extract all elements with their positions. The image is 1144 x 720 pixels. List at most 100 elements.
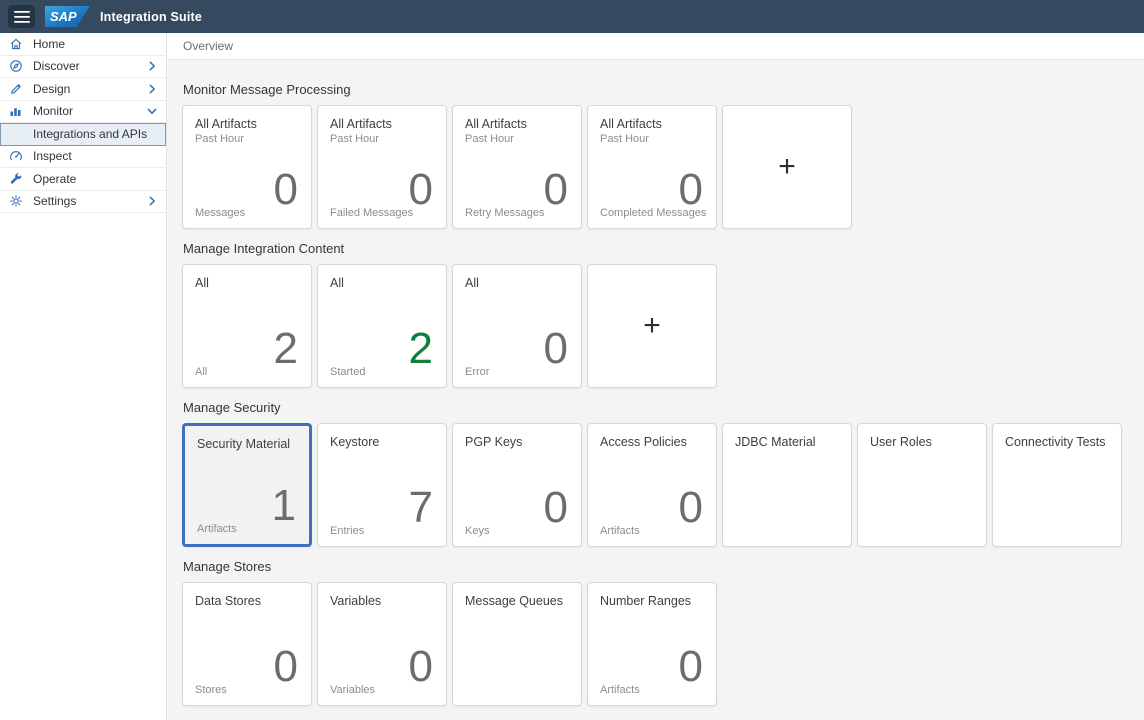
tile-all-artifacts[interactable]: All ArtifactsPast Hour0Failed Messages: [317, 105, 447, 229]
sidebar-nav: Home Discover Design Monitor Integrations an…: [0, 33, 167, 720]
add-tile-button[interactable]: +: [722, 105, 852, 229]
tile-value: 7: [409, 486, 433, 530]
tile-row: All2AllAll2StartedAll0Error+: [182, 264, 1144, 388]
sidebar-item-integrations-and-apis[interactable]: Integrations and APIs: [0, 123, 166, 146]
sidebar-item-label: Design: [33, 82, 146, 96]
tile-message-queues[interactable]: Message Queues: [452, 582, 582, 706]
tile-title: User Roles: [870, 435, 980, 449]
shell-header: SAP Integration Suite: [0, 0, 1144, 33]
tile-title: JDBC Material: [735, 435, 845, 449]
tile-footer: Artifacts: [197, 523, 237, 535]
tab-strip: Overview: [167, 33, 1144, 60]
sap-logo-text: SAP: [50, 9, 77, 24]
section-monitor-message-processing: Monitor Message ProcessingAll ArtifactsP…: [182, 82, 1144, 229]
compass-icon: [9, 59, 23, 73]
sidebar-item-settings[interactable]: Settings: [0, 191, 166, 214]
tile-footer: Failed Messages: [330, 207, 413, 219]
tile-jdbc-material[interactable]: JDBC Material: [722, 423, 852, 547]
tile-variables[interactable]: Variables0Variables: [317, 582, 447, 706]
tile-title: Access Policies: [600, 435, 710, 449]
sidebar-item-label: Operate: [33, 172, 158, 186]
tile-value: 0: [544, 486, 568, 530]
pencil-icon: [9, 82, 23, 96]
content-area: Overview Monitor Message Processing All A…: [167, 33, 1144, 720]
sidebar-item-label: Home: [33, 37, 158, 51]
sidebar-item-monitor[interactable]: Monitor: [0, 101, 166, 124]
tile-row: All ArtifactsPast Hour0MessagesAll Artif…: [182, 105, 1144, 229]
tile-footer: Entries: [330, 525, 364, 537]
tile-title: PGP Keys: [465, 435, 575, 449]
sidebar-item-home[interactable]: Home: [0, 33, 166, 56]
tile-footer: Variables: [330, 684, 375, 696]
tile-footer: Artifacts: [600, 525, 640, 537]
tile-value: 0: [679, 486, 703, 530]
tile-all-artifacts[interactable]: All ArtifactsPast Hour0Messages: [182, 105, 312, 229]
tile-title: All: [195, 276, 305, 290]
tile-all-artifacts[interactable]: All Artifacts Past Hour 0Completed Message…: [587, 105, 717, 229]
tile-title: All Artifacts: [465, 117, 575, 131]
section-manage-security: Manage Security Security Material 1 Artifac…: [182, 400, 1144, 547]
gear-icon: [9, 194, 23, 208]
app-title: Integration Suite: [100, 10, 202, 24]
tile-row: Security Material1ArtifactsKeystore7Entr…: [182, 423, 1144, 547]
sidebar-item-operate[interactable]: Operate: [0, 168, 166, 191]
tile-title: All: [330, 276, 440, 290]
sidebar-item-label: Integrations and APIs: [33, 127, 157, 141]
section-title: Manage Integration Content: [183, 241, 1144, 256]
tile-all[interactable]: All 0 Error: [452, 264, 582, 388]
sidebar-item-label: Discover: [33, 59, 146, 73]
gauge-icon: [9, 149, 23, 163]
sidebar-item-design[interactable]: Design: [0, 78, 166, 101]
shell-body: Home Discover Design Monitor Integrations an…: [0, 33, 1144, 720]
sap-logo[interactable]: SAP: [45, 6, 90, 27]
section-manage-stores: Manage StoresData Stores0StoresVariables…: [182, 559, 1144, 706]
sidebar-item-label: Monitor: [33, 104, 146, 118]
tile-title: Security Material: [197, 437, 303, 451]
tile-user-roles[interactable]: User Roles: [857, 423, 987, 547]
tile-title: All Artifacts: [195, 117, 305, 131]
chevron-right-icon: [146, 83, 158, 95]
tile-value: 0: [544, 327, 568, 371]
tile-pgp-keys[interactable]: PGP Keys0Keys: [452, 423, 582, 547]
tile-footer: Started: [330, 366, 365, 378]
tile-footer: Completed Messages: [600, 207, 706, 219]
section-title: Manage Security: [183, 400, 1144, 415]
tile-connectivity-tests[interactable]: Connectivity Tests: [992, 423, 1122, 547]
tile-value: 0: [544, 168, 568, 212]
wrench-icon: [9, 172, 23, 186]
menu-icon[interactable]: [8, 5, 35, 28]
tile-value: 1: [272, 484, 296, 528]
tile-all-artifacts[interactable]: All ArtifactsPast Hour0Retry Messages: [452, 105, 582, 229]
tile-footer: Error: [465, 366, 489, 378]
tile-all[interactable]: All2All: [182, 264, 312, 388]
tile-access-policies[interactable]: Access Policies 0 Artifacts: [587, 423, 717, 547]
tile-subtitle: Past Hour: [600, 133, 649, 145]
tile-number-ranges[interactable]: Number Ranges0Artifacts: [587, 582, 717, 706]
tile-all[interactable]: All2Started: [317, 264, 447, 388]
bar-chart-icon: [9, 104, 23, 118]
tile-title: All: [465, 276, 575, 290]
tile-value: 0: [679, 168, 703, 212]
tile-footer: Retry Messages: [465, 207, 544, 219]
sidebar-item-discover[interactable]: Discover: [0, 56, 166, 79]
section-title: Monitor Message Processing: [183, 82, 1144, 97]
tile-footer: Stores: [195, 684, 227, 696]
tile-keystore[interactable]: Keystore7Entries: [317, 423, 447, 547]
tile-value: 0: [274, 645, 298, 689]
tiles-area: Monitor Message ProcessingAll ArtifactsP…: [167, 60, 1144, 720]
add-tile-button[interactable]: +: [587, 264, 717, 388]
tile-value: 2: [274, 327, 298, 371]
chevron-right-icon: [146, 195, 158, 207]
tile-subtitle: Past Hour: [330, 133, 379, 145]
tile-title: Variables: [330, 594, 440, 608]
tile-data-stores[interactable]: Data Stores0Stores: [182, 582, 312, 706]
tile-title: All Artifacts: [600, 117, 710, 131]
sidebar-item-inspect[interactable]: Inspect: [0, 146, 166, 169]
tab-overview[interactable]: Overview: [183, 39, 233, 53]
tile-title: Message Queues: [465, 594, 575, 608]
tile-title: Connectivity Tests: [1005, 435, 1115, 449]
tile-footer: Artifacts: [600, 684, 640, 696]
tile-security-material[interactable]: Security Material 1 Artifacts: [182, 423, 312, 547]
chevron-down-icon: [146, 105, 158, 117]
tile-subtitle: Past Hour: [195, 133, 244, 145]
